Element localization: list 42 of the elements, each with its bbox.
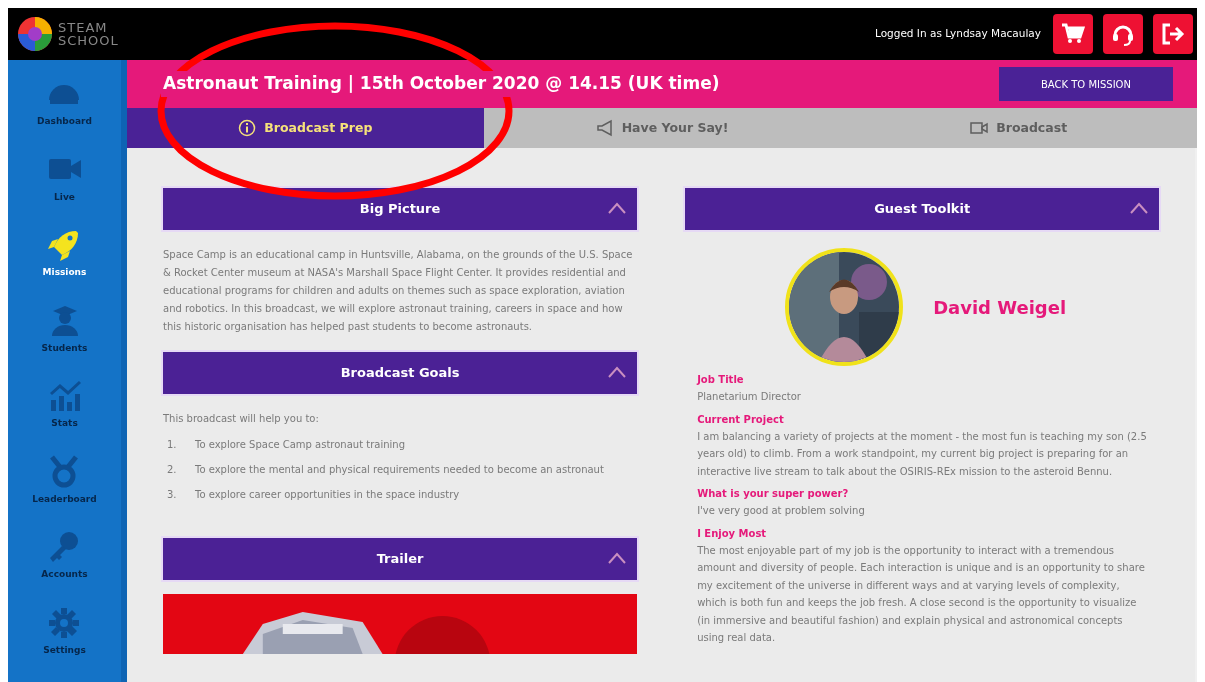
panel-header[interactable]: Big Picture	[163, 188, 638, 230]
video-camera-icon	[970, 119, 989, 137]
panel-header[interactable]: Trailer	[163, 538, 638, 580]
field-value: The most enjoyable part of my job is the opportunity to interact with a tremendous amount and diversity of people. Each interaction is unique and is an opportunity to share my excitement of the universe in different ways and at varying levels of complexity, which is both fun and keeps the job fresh. A close second is the opportunity to visualize (in immersive and beautiful fashion) and explain physical and astronomical concepts using real data.	[697, 543, 1146, 645]
sidebar-item[interactable]: Live	[46, 147, 83, 223]
headset-button[interactable]	[1103, 14, 1143, 54]
sidebar-item[interactable]: Missions	[42, 223, 87, 299]
back-to-mission-button[interactable]: BACK TO MISSION	[999, 67, 1173, 101]
list-number: 3.	[166, 488, 178, 502]
logged-in-text: Logged In as Lyndsay Macaulay	[875, 26, 1041, 42]
field-label: Job Title	[697, 373, 745, 387]
sidebar-item[interactable]: Dashboard	[37, 72, 92, 148]
list-number: 2.	[166, 463, 178, 477]
sidebar-item[interactable]: Settings	[43, 600, 86, 676]
info-icon	[238, 119, 257, 137]
field-value: I've very good at problem solving	[697, 504, 866, 518]
logout-button[interactable]	[1153, 14, 1193, 54]
field-label: Current Project	[697, 412, 785, 427]
cart-button[interactable]	[1053, 14, 1093, 54]
page-title: Astronaut Training | 15th October 2020 @ 14.15 (UK time)	[161, 71, 722, 97]
brand-name: STEAM	[58, 21, 109, 34]
panel-header[interactable]: Guest Toolkit	[685, 188, 1160, 230]
paragraph: This broadcast will help you to:	[163, 412, 320, 426]
megaphone-icon	[595, 119, 614, 137]
field-value: I am balancing a variety of projects at the moment - the most fun is teaching my son (2.5 years old) to climb. From a work standpoint, my current big project is preparing for an interactive live stream to talk about the OSIRIS-REx mission to the asteroid Bennu.	[697, 429, 1148, 479]
list-item: To explore the mental and physical requirements needed to become an astronaut	[195, 463, 605, 477]
tab[interactable]: Broadcast Prep	[127, 108, 484, 148]
field-value: Planetarium Director	[697, 390, 802, 404]
sidebar-item[interactable]: Students	[41, 298, 88, 374]
guest-name: David Weigel	[933, 295, 1067, 320]
paragraph: Space Camp is an educational camp in Huntsville, Alabama, on the grounds of the U.S. Space & Rocket Center museum at NASA's Marshall Space Flight Center. It provides residential and educational programs for children and adults on themes such as space exploration, aviation and robotics. In this broadcast, we will explore astronaut training, careers in space and how this historic organisation has helped past students to become astronauts.	[163, 248, 634, 334]
sidebar-item[interactable]: Leaderboard	[32, 449, 97, 525]
sidebar-item[interactable]: Stats	[46, 374, 83, 450]
list-item: To explore Space Camp astronaut training	[195, 438, 406, 452]
field-label: I Enjoy Most	[697, 526, 768, 541]
sidebar-item[interactable]: Accounts	[41, 525, 88, 601]
field-label: What is your super power?	[697, 487, 850, 501]
panel-header[interactable]: Broadcast Goals	[163, 352, 638, 394]
list-number: 1.	[166, 438, 178, 452]
logo-icon	[16, 15, 54, 53]
list-item: To explore career opportunities in the space industry	[195, 488, 461, 502]
brand-name: SCHOOL	[58, 34, 119, 47]
